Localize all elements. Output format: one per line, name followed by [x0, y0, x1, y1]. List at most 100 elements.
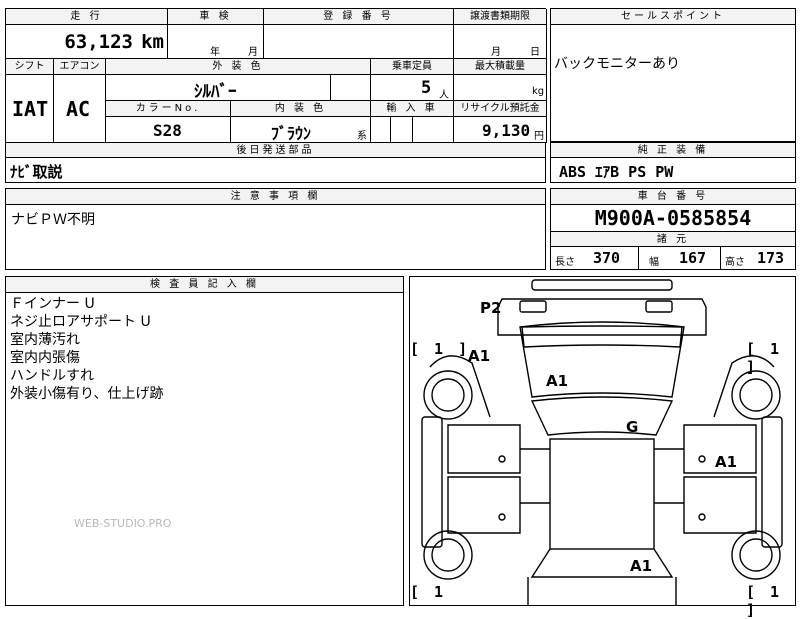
left-skirt — [421, 416, 443, 548]
capacity-unit: 人 — [439, 90, 449, 101]
right-front-wheel-inner — [739, 378, 773, 412]
left-rear-handle — [498, 513, 506, 521]
right-headlight — [645, 300, 673, 313]
length-cell: 長さ 370 — [551, 247, 639, 269]
later-parts-value: ﾅﾋﾞ取説 — [10, 163, 63, 181]
right-rear-handle — [698, 513, 706, 521]
windshield — [530, 396, 674, 436]
right-rear-wheel — [731, 530, 781, 580]
later-parts-box: 後日発送部品 ﾅﾋﾞ取説 — [5, 142, 546, 183]
inspector-notes-box: 検 査 員 記 入 欄 Ｆインナー U ネジ止ロアサポート U 室内薄汚れ 室内… — [5, 276, 404, 606]
recycle-deposit-header: リサイクル預託金 — [454, 101, 547, 117]
caution-value: ナビＰＷ不明 — [11, 212, 95, 228]
mileage-unit: km — [141, 31, 164, 53]
mark-p2: P2 — [480, 299, 502, 317]
right-rear-door — [683, 476, 757, 534]
mileage-header: 走 行 — [6, 9, 168, 25]
mark-a1-right-side: A1 — [715, 453, 738, 471]
interior-color-suffix: 系 — [357, 131, 367, 142]
recycle-deposit-value: 9,130 — [482, 121, 531, 140]
left-front-door — [447, 424, 521, 474]
capacity-cell: 5 人 — [371, 75, 454, 101]
left-rear-wheel-inner — [431, 538, 465, 572]
car-outline-svg — [421, 279, 783, 605]
height-value: 173 — [757, 249, 785, 267]
max-load-unit: kg — [532, 86, 545, 97]
color-no-value: S28 — [153, 121, 182, 140]
hood — [519, 321, 685, 398]
import-car-cell-b — [391, 117, 413, 143]
chassis-header: 車 台 番 号 — [551, 189, 795, 205]
color-no-cell: S28 — [106, 117, 231, 143]
inspector-note: ハンドルすれ — [10, 368, 94, 384]
max-load-cell: kg — [454, 75, 547, 101]
width-value: 167 — [679, 249, 707, 267]
color-no-header: カラーNo. — [106, 101, 231, 117]
right-skirt — [761, 416, 783, 548]
interior-color-value: ﾌﾞﾗｳﾝ — [271, 124, 312, 143]
mark-g-windshield: G — [626, 418, 639, 436]
aircon-cell: AC — [54, 75, 106, 143]
vehicle-info-table: 走 行 車 検 登 録 番 号 譲渡書類期限 63,123 km 年 月 月 日… — [5, 8, 547, 143]
exterior-color-extra-cell — [331, 75, 371, 101]
shift-value: IAT — [12, 97, 49, 121]
left-front-wheel-inner — [431, 378, 465, 412]
inspector-note: 室内内張傷 — [10, 350, 80, 366]
front-bumper-outline — [497, 298, 707, 336]
deadline-month-unit: 月 — [491, 47, 501, 58]
sales-point-box: セールスポイント バックモニターあり — [550, 8, 796, 142]
shift-cell: IAT — [6, 75, 54, 143]
interior-color-cell: ﾌﾞﾗｳﾝ 系 — [231, 117, 371, 143]
recycle-deposit-cell: 9,130 円 — [454, 117, 547, 143]
standard-equipment-header: 純 正 装 備 — [551, 143, 795, 158]
mileage-cell: 63,123 km — [6, 25, 168, 59]
bracket-front-right: [ 1 ] — [746, 340, 783, 376]
mileage-value: 63,123 — [64, 31, 133, 53]
mark-a1-front-left: A1 — [468, 347, 491, 365]
length-value: 370 — [593, 249, 621, 267]
capacity-header: 乗車定員 — [371, 59, 454, 75]
rear-hatch — [527, 577, 677, 605]
width-label: 幅 — [649, 257, 659, 268]
grille-area — [521, 325, 683, 348]
inspector-note: Ｆインナー U — [10, 296, 95, 312]
watermark: WEB-STUDIO.PRO — [74, 517, 172, 530]
aircon-value: AC — [66, 97, 91, 121]
exterior-color-header: 外 装 色 — [106, 59, 371, 75]
registration-header: 登 録 番 号 — [264, 9, 454, 25]
roof — [549, 438, 655, 550]
bracket-rear-right: [ 1 ] — [746, 583, 783, 619]
sales-point-value: バックモニターあり — [554, 56, 680, 72]
inspection-year-unit: 年 — [210, 47, 220, 58]
inspector-header: 検 査 員 記 入 欄 — [6, 277, 403, 293]
exterior-color-cell: ｼﾙﾊﾞｰ — [106, 75, 331, 102]
inspector-note: ネジ止ロアサポート U — [10, 314, 151, 330]
bracket-front-left: [ 1 ] — [410, 340, 471, 358]
car-damage-diagram: P2 A1 A1 G A1 A1 [ 1 ] [ 1 ] [ 1 [ 1 ] — [409, 276, 796, 619]
length-label: 長さ — [555, 257, 575, 268]
specs-header: 諸 元 — [551, 231, 795, 247]
right-rear-wheel-inner — [739, 538, 773, 572]
inspector-note: 室内薄汚れ — [10, 332, 80, 348]
left-headlight — [519, 300, 547, 313]
max-load-header: 最大積載量 — [454, 59, 547, 75]
left-rear-door — [447, 476, 521, 534]
inspection-cell: 年 月 — [168, 25, 264, 59]
deadline-day-unit: 日 — [530, 47, 540, 58]
inspection-month-unit: 月 — [248, 47, 258, 58]
exterior-color-value: ｼﾙﾊﾞｰ — [194, 82, 237, 102]
import-car-header: 輸 入 車 — [371, 101, 454, 117]
registration-cell — [264, 25, 454, 59]
right-front-wheel — [731, 370, 781, 420]
caution-box: 注 意 事 項 欄 ナビＰＷ不明 — [5, 188, 546, 270]
width-cell: 幅 167 — [639, 247, 721, 269]
height-label: 高さ — [725, 257, 745, 268]
bracket-rear-left: [ 1 — [410, 583, 447, 601]
right-front-handle — [698, 455, 706, 463]
interior-color-header: 内 装 色 — [231, 101, 371, 117]
left-rear-wheel — [423, 530, 473, 580]
shift-header: シフト — [6, 59, 54, 75]
left-front-wheel — [423, 370, 473, 420]
transfer-deadline-cell: 月 日 — [454, 25, 547, 59]
front-bumper-top — [531, 279, 673, 291]
